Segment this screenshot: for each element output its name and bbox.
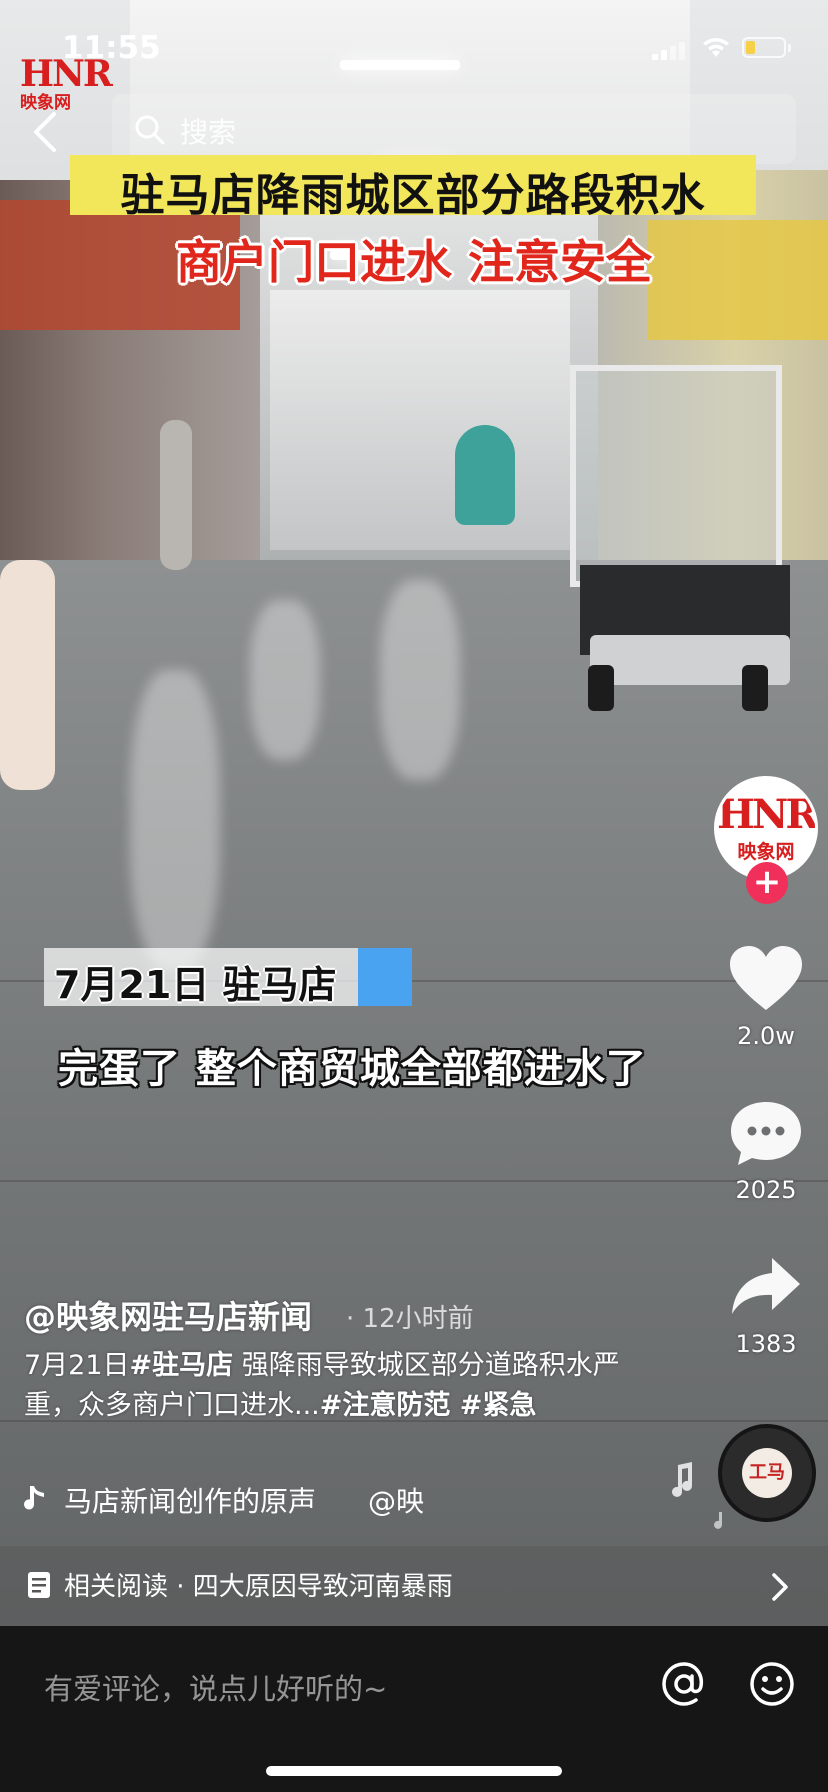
status-bar: 11:55: [0, 0, 828, 96]
hashtag-link[interactable]: #注意防范: [320, 1390, 451, 1421]
avatar-logo: HNR: [717, 791, 816, 838]
like-heart-icon[interactable]: [728, 944, 804, 1014]
video-date-caption: 7月21日 驻马店: [44, 948, 358, 1007]
battery-nub: [788, 44, 791, 52]
music-title: 马店新闻创作的原声: [64, 1485, 317, 1518]
screen: 11:55 HNR 映象网 搜索 驻马店降雨城区部分路段积水 商户门口进水 注意…: [0, 0, 828, 1792]
video-vehicle: [570, 365, 795, 711]
video-headline-line2: 商户门口进水 注意安全: [175, 235, 652, 289]
home-indicator[interactable]: [266, 1766, 562, 1776]
comment-bubble-icon[interactable]: [728, 1098, 804, 1168]
video-reflection: [250, 600, 320, 760]
watermark-logo: HNR: [20, 53, 113, 95]
floating-note-icon: [672, 1462, 692, 1497]
battery-icon: [742, 37, 786, 58]
share-count: 1383: [735, 1330, 797, 1358]
emoji-icon[interactable]: [748, 1660, 796, 1708]
vehicle-wheel: [588, 665, 614, 711]
video-reflection: [130, 670, 220, 970]
avatar-name: 映象网: [737, 841, 795, 863]
video-tile-line: [0, 1180, 828, 1182]
disc-label: 工马: [742, 1448, 792, 1498]
cellular-signal-icon: [652, 40, 692, 60]
author-name[interactable]: @映象网驻马店新闻: [24, 1292, 312, 1338]
battery-fill: [746, 41, 755, 54]
video-reflection: [380, 580, 460, 780]
post-time: · 12小时前: [346, 1304, 474, 1334]
hashtag-link[interactable]: #驻马店: [130, 1350, 234, 1381]
desc-text: 7月21日: [24, 1350, 130, 1381]
music-row[interactable]: 马店新闻创作的原声 @映: [24, 1480, 624, 1520]
video-person: [160, 420, 192, 570]
article-icon: [28, 1572, 50, 1598]
like-count: 2.0w: [737, 1022, 795, 1050]
date-caption-accent: [358, 948, 412, 1006]
share-arrow-icon[interactable]: [728, 1252, 804, 1322]
video-headline-banner: 驻马店降雨城区部分路段积水: [70, 155, 756, 221]
video-corridor: [270, 290, 570, 550]
follow-button[interactable]: +: [746, 862, 788, 904]
vehicle-cab: [570, 365, 782, 587]
video-headline-line1: 驻马店降雨城区部分路段积水: [120, 170, 706, 221]
mention-at-icon[interactable]: [660, 1660, 708, 1708]
comment-count: 2025: [735, 1176, 797, 1204]
back-arrow-icon[interactable]: [28, 110, 64, 154]
date-caption-text: 7月21日 驻马店: [54, 963, 337, 1007]
video-subtitle: 完蛋了 整个商贸城全部都进水了: [58, 1046, 647, 1092]
related-reading-bar[interactable]: 相关阅读 · 四大原因导致河南暴雨: [0, 1546, 828, 1626]
hashtag-link[interactable]: #紧急: [450, 1390, 537, 1421]
search-icon: [135, 115, 165, 145]
comment-input[interactable]: 有爱评论，说点儿好听的~: [44, 1666, 387, 1708]
vehicle-wheel: [742, 665, 768, 711]
post-description[interactable]: 7月21日#驻马店 强降雨导致城区部分道路积水严重，众多商户门口进水...#注意…: [24, 1346, 624, 1426]
chevron-right-icon: [772, 1573, 788, 1601]
search-input[interactable]: 搜索: [112, 94, 796, 164]
search-placeholder: 搜索: [180, 116, 237, 149]
music-disc[interactable]: 工马: [718, 1424, 816, 1522]
video-person-raincoat: [455, 425, 515, 525]
floating-note-icon: [714, 1512, 722, 1529]
related-reading-label: 相关阅读 · 四大原因导致河南暴雨: [64, 1572, 453, 1602]
wifi-icon: [703, 38, 729, 57]
video-person: [0, 560, 55, 790]
music-note-icon: [24, 1486, 44, 1510]
music-author: @映: [368, 1485, 425, 1518]
